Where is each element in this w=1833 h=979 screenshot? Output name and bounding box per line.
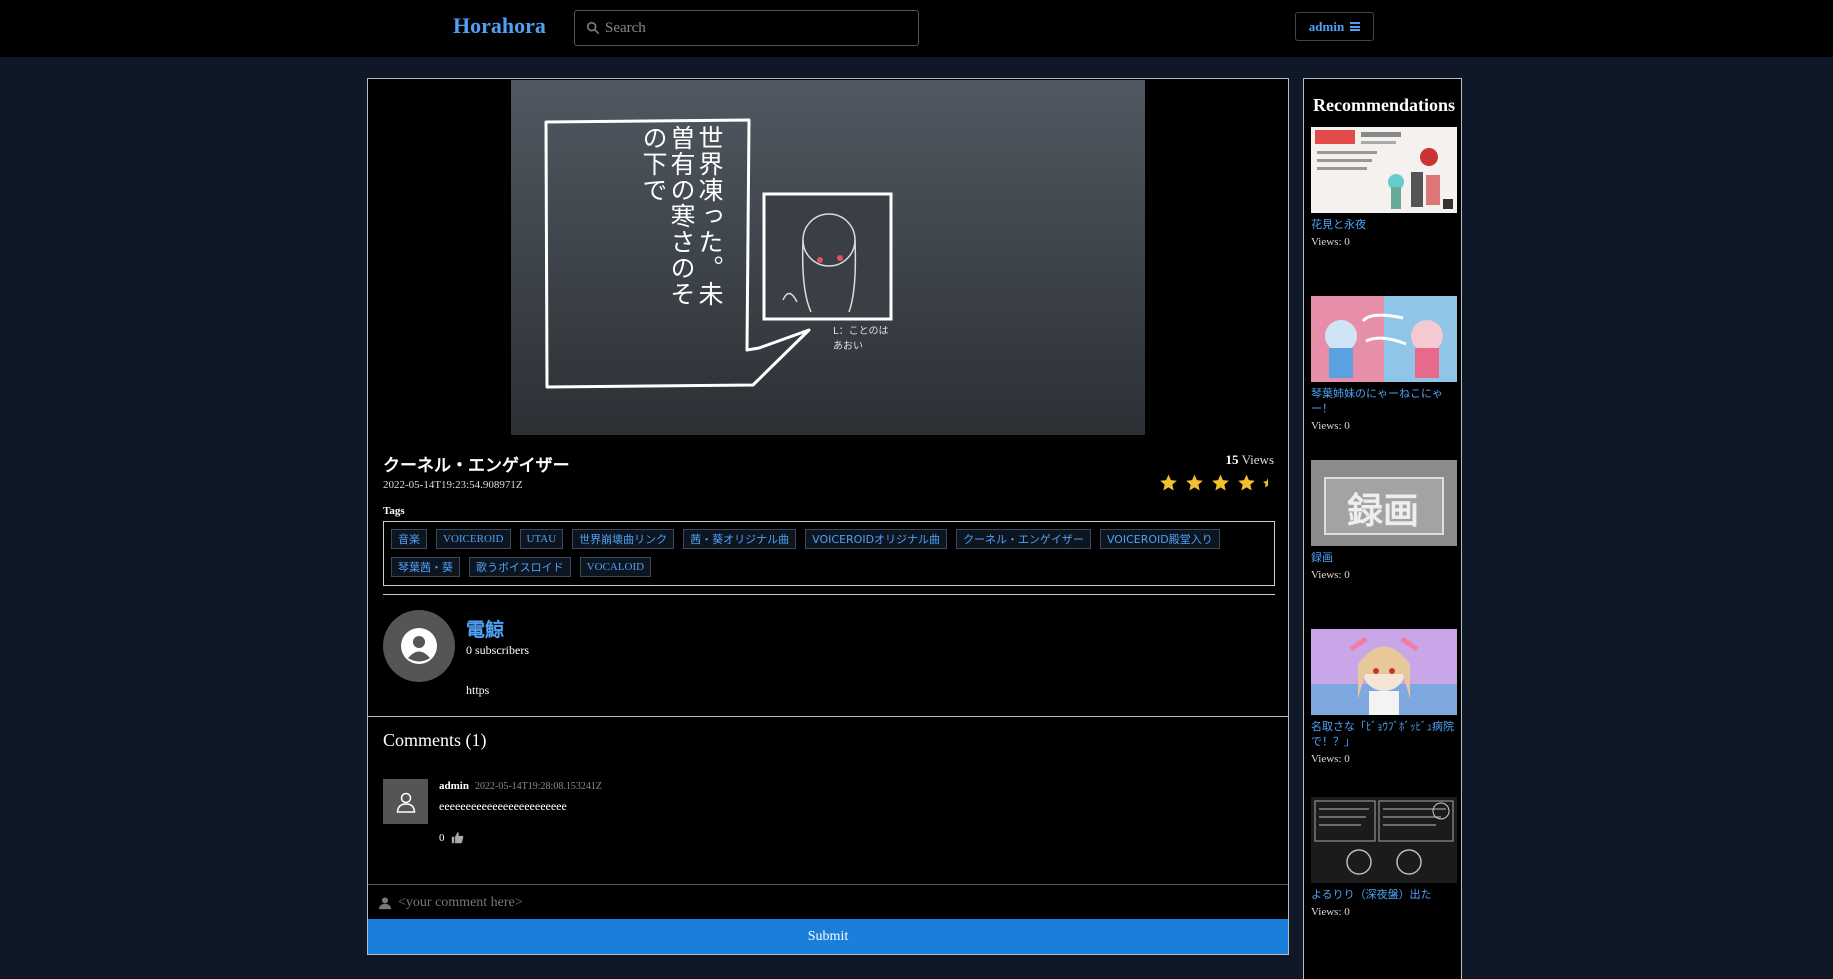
thumbnail-caption: L：ことのは あおい (833, 326, 889, 352)
video-panel: 世界凍った。未曽有の寒さのその下で L：ことのは あおい クーネル・エンゲイザー… (367, 78, 1289, 955)
tag-link[interactable]: 音楽 (391, 529, 427, 549)
recommendation-item[interactable]: 名取さな「ﾋﾞｮｳﾌﾞﾎﾞｯﾋﾞｭ病院で！？」 Views: 0 (1311, 629, 1457, 765)
comment-like-count: 0 (439, 831, 445, 844)
rating-stars[interactable] (1158, 473, 1274, 493)
tags-label: Tags (383, 505, 405, 517)
user-icon (378, 897, 392, 910)
comment-text: eeeeeeeeeeeeeeeeeeeeeeee (439, 799, 567, 813)
recommendation-item[interactable]: 琴葉姉妹のにゃーねこにゃー！ Views: 0 (1311, 296, 1457, 432)
search-box[interactable] (574, 10, 919, 46)
recommendation-views: Views: 0 (1311, 236, 1350, 248)
star-icon[interactable] (1184, 473, 1205, 493)
recommendation-item[interactable]: 録画 録画 Views: 0 (1311, 460, 1457, 581)
user-outline-icon (396, 792, 415, 813)
user-menu-button[interactable]: admin (1295, 12, 1374, 41)
tag-link[interactable]: VOICEROID (436, 529, 511, 549)
user-circle-icon (401, 628, 437, 664)
thumbnail-text: 録画 (1347, 490, 1420, 532)
recommendation-thumbnail[interactable]: 録画 (1311, 460, 1457, 546)
tag-link[interactable]: 世界崩壊曲リンク (572, 529, 675, 549)
search-icon (586, 21, 600, 35)
recommendation-thumbnail[interactable] (1311, 797, 1457, 883)
user-menu-label: admin (1308, 18, 1345, 34)
recommendation-item[interactable]: 花見と永夜 Views: 0 (1311, 127, 1457, 248)
recommendations-title: Recommendations (1313, 95, 1455, 115)
tag-link[interactable]: クーネル・エンゲイザー (956, 529, 1091, 549)
recommendation-views: Views: 0 (1311, 906, 1350, 918)
search-input[interactable] (605, 11, 915, 45)
video-date: 2022-05-14T19:23:54.908971Z (383, 479, 523, 491)
recommendation-title[interactable]: 録画 (1311, 550, 1457, 565)
top-navbar: Horahora admin (0, 0, 1833, 57)
divider (368, 716, 1288, 717)
comment-author[interactable]: admin (439, 780, 469, 792)
comments-title: Comments (1) (383, 730, 487, 750)
video-thumbnail-art (544, 118, 893, 389)
tag-link[interactable]: VOICEROID殿堂入り (1099, 529, 1220, 549)
comment-avatar (383, 779, 428, 824)
tag-link[interactable]: UTAU (519, 529, 564, 549)
tag-link[interactable]: VOCALOID (579, 557, 652, 577)
view-count: 15 Views (1226, 452, 1274, 468)
thumbnail-vertical-text: 世界凍った。未曽有の寒さのその下で (639, 125, 724, 307)
recommendation-title[interactable]: 名取さな「ﾋﾞｮｳﾌﾞﾎﾞｯﾋﾞｭ病院で！？」 (1311, 719, 1457, 749)
star-icon[interactable] (1236, 473, 1257, 493)
recommendation-thumbnail[interactable] (1311, 127, 1457, 213)
video-title: クーネル・エンゲイザー (383, 456, 570, 476)
recommendation-item[interactable]: よるりり（深夜盤）出た Views: 0 (1311, 797, 1457, 918)
tag-link[interactable]: 茜・葵オリジナル曲 (683, 529, 797, 549)
recommendation-thumbnail[interactable] (1311, 296, 1457, 382)
tag-link[interactable]: 琴葉茜・葵 (391, 557, 460, 577)
comment-input[interactable] (398, 888, 1278, 918)
recommendation-thumbnail[interactable] (1311, 629, 1457, 715)
recommendation-title[interactable]: 琴葉姉妹のにゃーねこにゃー！ (1311, 386, 1457, 416)
brand-logo-link[interactable]: Horahora (453, 13, 546, 39)
video-player[interactable]: 世界凍った。未曽有の寒さのその下で L：ことのは あおい (511, 80, 1145, 435)
channel-subscribers: 0 subscribers (466, 643, 529, 657)
recommendation-views: Views: 0 (1311, 569, 1350, 581)
divider (383, 594, 1275, 595)
recommendation-views: Views: 0 (1311, 753, 1350, 765)
recommendation-views: Views: 0 (1311, 420, 1350, 432)
channel-name-link[interactable]: 電鯨 (466, 615, 504, 642)
recommendations-sidebar: Recommendations 花見と永夜 Views: 0 琴葉姉妹のにゃーね… (1303, 78, 1462, 979)
comment-date: 2022-05-14T19:28:08.153241Z (475, 781, 602, 792)
recommendation-title[interactable]: よるりり（深夜盤）出た (1311, 887, 1457, 902)
recommendation-title[interactable]: 花見と永夜 (1311, 217, 1457, 232)
submit-comment-button[interactable]: Submit (368, 919, 1288, 954)
tag-link[interactable]: 歌うボイスロイド (469, 557, 571, 577)
view-count-number: 15 (1225, 452, 1239, 467)
tag-link[interactable]: VOICEROIDオリジナル曲 (805, 529, 948, 549)
view-count-label: Views (1241, 452, 1274, 467)
star-icon[interactable] (1210, 473, 1231, 493)
thumbs-up-icon[interactable] (451, 831, 464, 844)
comment-input-row (368, 884, 1288, 921)
channel-avatar[interactable] (383, 610, 455, 682)
tags-list: 音楽 VOICEROID UTAU 世界崩壊曲リンク 茜・葵オリジナル曲 VOI… (383, 521, 1275, 586)
star-half-icon[interactable] (1262, 473, 1274, 493)
hamburger-icon (1350, 22, 1361, 31)
star-icon[interactable] (1158, 473, 1179, 493)
video-description: https (466, 683, 490, 697)
comment-likes: 0 (439, 831, 464, 844)
